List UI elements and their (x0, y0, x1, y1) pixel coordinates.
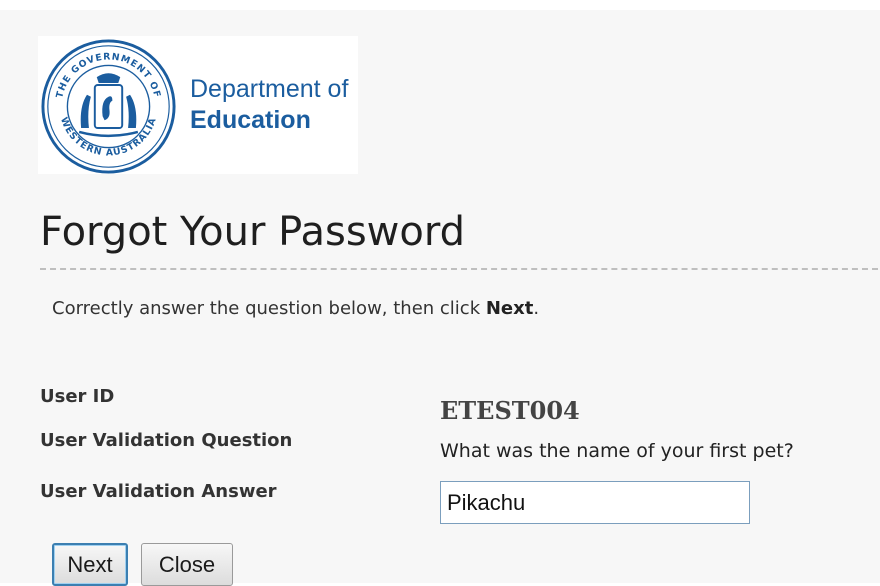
instructions-prefix: Correctly answer the question below, the… (52, 298, 486, 319)
user-id-value: ETEST004 (440, 396, 580, 425)
department-name-line1: Department of (190, 75, 349, 103)
instructions-suffix: . (533, 298, 540, 319)
validation-question-value: What was the name of your first pet? (440, 440, 794, 462)
instructions-text: Correctly answer the question below, the… (52, 298, 539, 319)
validation-answer-label: User Validation Answer (40, 481, 277, 502)
instructions-emphasis: Next (485, 298, 534, 319)
user-id-label: User ID (40, 386, 115, 407)
department-logo: THE GOVERNMENT OF WESTERN AUSTRALIA Depa… (38, 36, 358, 174)
page-title: Forgot Your Password (40, 209, 465, 255)
validation-answer-input[interactable] (440, 481, 750, 524)
forgot-password-page: THE GOVERNMENT OF WESTERN AUSTRALIA Depa… (0, 10, 880, 586)
department-name-line2: Education (190, 106, 311, 134)
title-divider (40, 268, 878, 270)
department-name: Department of Education (190, 74, 348, 136)
next-button[interactable]: Next (52, 543, 128, 586)
wa-government-seal-icon: THE GOVERNMENT OF WESTERN AUSTRALIA (41, 39, 176, 174)
close-button[interactable]: Close (141, 543, 233, 586)
validation-question-label: User Validation Question (40, 430, 293, 451)
